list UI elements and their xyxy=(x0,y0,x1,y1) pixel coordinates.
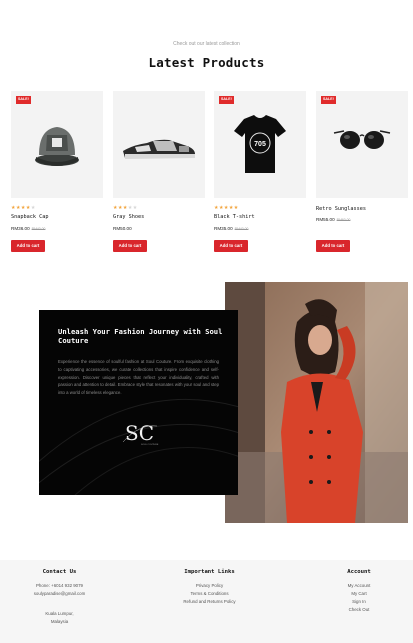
sale-badge: SALE! xyxy=(16,96,31,104)
footer-contact: Contact Us Phone: +6014 932 9079 soulypa… xyxy=(22,569,97,626)
sunglasses-image xyxy=(333,130,391,149)
link-my-cart[interactable]: My Cart xyxy=(333,590,385,598)
woman-red-coat-image xyxy=(225,282,408,523)
cap-image xyxy=(35,127,79,166)
svg-text:SC: SC xyxy=(125,421,154,445)
account-heading: Account xyxy=(347,569,371,575)
product-image[interactable]: 705 SALE! xyxy=(214,91,306,198)
product-price: RM50.00 xyxy=(113,226,132,231)
contact-country: Malaysia xyxy=(50,619,69,624)
old-price: RM60.00 xyxy=(336,218,351,222)
shoes-image xyxy=(123,139,195,159)
product-card-cap[interactable]: SALE! xyxy=(11,91,103,198)
sale-badge: SALE! xyxy=(321,96,336,104)
add-to-cart-button[interactable]: Add to cart xyxy=(214,240,248,252)
latest-title: Latest Products xyxy=(148,55,265,70)
product-price: RM35.00 RM40.00 xyxy=(214,226,248,231)
latest-subheading: Check out our latest collection xyxy=(173,41,240,47)
contact-heading: Contact Us xyxy=(42,569,77,575)
contact-phone: Phone: +6014 932 9079 xyxy=(36,583,83,588)
product-name[interactable]: Black T-shirt xyxy=(214,214,255,220)
product-price: RM36.00 RM40.00 xyxy=(11,226,45,231)
product-name[interactable]: Snapback Cap xyxy=(11,214,48,220)
rating-stars: ★★★★★ xyxy=(11,205,36,211)
contact-city: Kuala Lumpur, xyxy=(45,611,74,616)
link-refund-policy[interactable]: Refund and Returns Policy xyxy=(168,598,251,606)
current-price: RM36.00 xyxy=(11,226,30,231)
link-my-account[interactable]: My Account xyxy=(333,582,385,590)
product-card-sunglasses[interactable]: SALE! xyxy=(316,91,408,198)
footer-account: Account My Account My Cart Sign In Check… xyxy=(333,569,385,614)
sale-badge: SALE! xyxy=(219,96,234,104)
product-image[interactable]: SALE! xyxy=(316,91,408,198)
link-check-out[interactable]: Check Out xyxy=(333,606,385,614)
current-price: RM55.00 xyxy=(316,217,335,222)
svg-text:705: 705 xyxy=(254,141,266,148)
link-privacy-policy[interactable]: Privacy Policy xyxy=(168,582,251,590)
promo-title: Unleash Your Fashion Journey with Soul C… xyxy=(58,327,223,345)
tshirt-image: 705 xyxy=(234,115,286,173)
footer: Contact Us Phone: +6014 932 9079 soulypa… xyxy=(0,560,413,643)
old-price: RM40.00 xyxy=(234,227,249,231)
model-photo xyxy=(225,282,408,523)
add-to-cart-button[interactable]: Add to cart xyxy=(11,240,45,252)
soul-couture-logo: SC SOUL COUTURE xyxy=(122,421,159,446)
add-to-cart-button[interactable]: Add to cart xyxy=(113,240,147,252)
links-heading: Important Links xyxy=(184,569,235,575)
current-price: RM35.00 xyxy=(214,226,233,231)
current-price: RM50.00 xyxy=(113,226,132,231)
product-card-tshirt[interactable]: 705 SALE! xyxy=(214,91,306,198)
product-name[interactable]: Retro Sunglasses xyxy=(316,206,366,212)
rating-stars: ★★★★★ xyxy=(214,205,239,211)
link-sign-in[interactable]: Sign In xyxy=(333,598,385,606)
product-image[interactable]: SALE! xyxy=(11,91,103,198)
link-terms[interactable]: Terms & Conditions xyxy=(168,590,251,598)
footer-links: Important Links Privacy Policy Terms & C… xyxy=(168,569,251,606)
product-name[interactable]: Gray Shoes xyxy=(113,214,144,220)
old-price: RM40.00 xyxy=(31,227,46,231)
product-image[interactable] xyxy=(113,91,205,198)
svg-text:SOUL COUTURE: SOUL COUTURE xyxy=(141,444,159,446)
contact-email[interactable]: soulyparadise@gmail.com xyxy=(22,590,97,598)
promo-card: Unleash Your Fashion Journey with Soul C… xyxy=(39,310,238,495)
promo-text: Experience the essence of soulful fashio… xyxy=(58,359,219,396)
rating-stars: ★★★★★ xyxy=(113,205,138,211)
add-to-cart-button[interactable]: Add to cart xyxy=(316,240,350,252)
product-card-shoes[interactable] xyxy=(113,91,205,198)
product-price: RM55.00 RM60.00 xyxy=(316,217,350,222)
